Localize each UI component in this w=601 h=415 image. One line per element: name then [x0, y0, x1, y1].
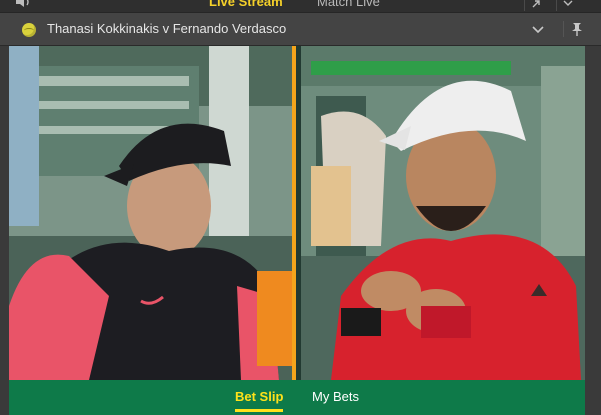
- popout-icon[interactable]: [524, 0, 547, 11]
- betslip-tab-bar: Bet Slip My Bets: [9, 380, 585, 415]
- event-title: Thanasi Kokkinakis v Fernando Verdasco: [47, 21, 287, 36]
- stream-tabs-bar: Live Stream Match Live: [0, 0, 601, 13]
- tabs-chevron-icon[interactable]: [556, 0, 579, 11]
- live-stream-video[interactable]: [9, 46, 585, 380]
- tab-live-stream[interactable]: Live Stream: [209, 0, 283, 9]
- tab-match-live[interactable]: Match Live: [317, 0, 380, 9]
- volume-icon[interactable]: [14, 0, 34, 10]
- chevron-down-icon[interactable]: [530, 22, 546, 36]
- video-left-panel: [9, 46, 292, 380]
- video-right-panel: [301, 46, 585, 380]
- tab-my-bets[interactable]: My Bets: [312, 389, 359, 404]
- scroll-gutter: [585, 46, 601, 415]
- tennis-ball-icon: [22, 23, 36, 37]
- pin-icon[interactable]: [563, 21, 584, 37]
- tab-bet-slip[interactable]: Bet Slip: [235, 389, 284, 412]
- event-header: Thanasi Kokkinakis v Fernando Verdasco: [0, 13, 601, 46]
